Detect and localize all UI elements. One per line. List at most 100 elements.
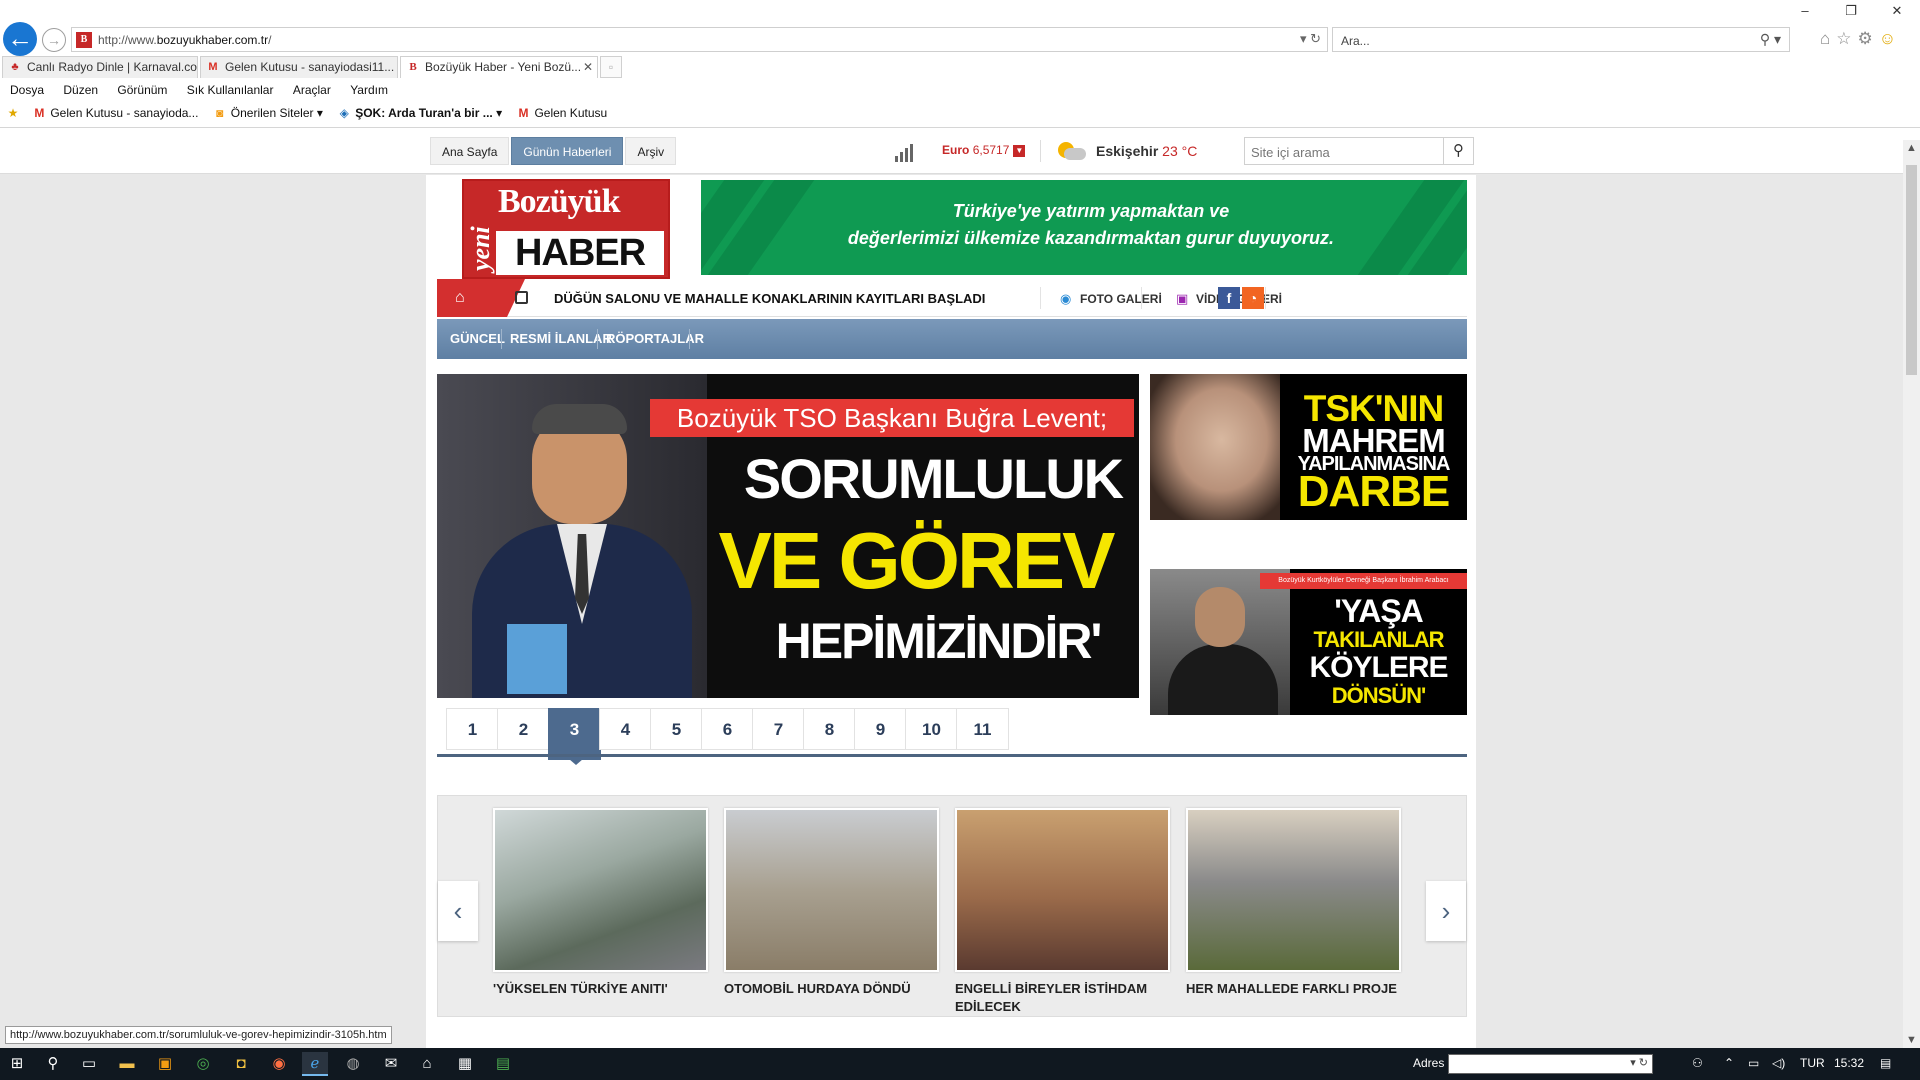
start-windows-icon[interactable]: ⊞: [4, 1052, 30, 1076]
page-5[interactable]: 5: [650, 708, 703, 750]
browser-search-input[interactable]: Ara... ⚲ ▾: [1332, 27, 1790, 52]
menu-help[interactable]: Yardım: [350, 80, 388, 100]
browser-search-placeholder: Ara...: [1341, 34, 1370, 48]
refresh-icon[interactable]: ▾ ↻: [1300, 31, 1321, 47]
side-news-1[interactable]: TSK'NIN MAHREM YAPILANMASINA DARBE: [1150, 374, 1467, 520]
tab-close-icon[interactable]: ✕: [583, 57, 593, 77]
clock[interactable]: 15:32: [1834, 1056, 1864, 1070]
close-button[interactable]: ✕: [1874, 0, 1920, 22]
home-icon[interactable]: ⌂: [437, 279, 525, 317]
facebook-icon[interactable]: f: [1218, 287, 1240, 309]
restore-button[interactable]: ❐: [1828, 0, 1874, 22]
favorites-star-add-icon[interactable]: ★: [5, 102, 24, 124]
chrome-icon[interactable]: ◎: [190, 1052, 216, 1076]
calculator-icon[interactable]: ▦: [452, 1052, 478, 1076]
carousel-caption: HER MAHALLEDE FARKLI PROJE: [1186, 981, 1397, 996]
ad-banner[interactable]: Türkiye'ye yatırım yapmaktan ve değerleri…: [701, 180, 1467, 275]
settings-gear-icon[interactable]: ⚙: [1858, 29, 1879, 48]
tab-karnaval[interactable]: ♣ Canlı Radyo Dinle | Karnaval.co: [2, 56, 198, 78]
nav-todays-news[interactable]: Günün Haberleri: [511, 137, 624, 165]
page-6[interactable]: 6: [701, 708, 754, 750]
menu-view[interactable]: Görünüm: [117, 80, 167, 100]
windows-taskbar: ⊞ ⚲ ▭ ▬ ▣ ◎ ◘ ◉ ℯ ◍ ✉ ⌂ ▦ ▤ Adres ▾ ↻ ⚇ …: [0, 1048, 1920, 1080]
page-8[interactable]: 8: [803, 708, 856, 750]
back-button[interactable]: ←: [3, 22, 37, 56]
media-player-icon[interactable]: ▣: [152, 1052, 178, 1076]
address-toolbar-input[interactable]: ▾ ↻: [1448, 1054, 1653, 1074]
page-9[interactable]: 9: [854, 708, 907, 750]
search-icon[interactable]: ⚲ ▾: [1760, 31, 1781, 48]
page-4[interactable]: 4: [599, 708, 652, 750]
scroll-down-icon[interactable]: ▼: [1903, 1034, 1920, 1046]
nav-home[interactable]: Ana Sayfa: [430, 137, 510, 165]
carousel-next-button[interactable]: ›: [1426, 881, 1466, 941]
news-ticker-text[interactable]: DÜĞÜN SALONU VE MAHALLE KONAKLARININ KAY…: [554, 291, 985, 306]
task-view-icon[interactable]: ▭: [76, 1052, 102, 1076]
people-icon[interactable]: ⚇: [1692, 1056, 1703, 1070]
site-search-button[interactable]: ⚲: [1443, 138, 1473, 164]
new-tab-button[interactable]: ▫: [600, 56, 622, 78]
menu-edit[interactable]: Düzen: [63, 80, 98, 100]
page-11[interactable]: 11: [956, 708, 1009, 750]
address-bar[interactable]: B http://www.bozuyukhaber.com.tr/ ▾ ↻: [71, 27, 1328, 52]
carousel-item[interactable]: OTOMOBİL HURDAYA DÖNDÜ: [724, 808, 939, 998]
notifications-icon[interactable]: ▤: [1880, 1056, 1891, 1070]
scrollbar-thumb[interactable]: [1906, 165, 1917, 375]
menu-tools[interactable]: Araçlar: [293, 80, 331, 100]
tab-label: Canlı Radyo Dinle | Karnaval.co: [27, 60, 197, 74]
site-logo[interactable]: yeni Bozüyük HABER: [462, 179, 670, 279]
page-7[interactable]: 7: [752, 708, 805, 750]
scroll-up-icon[interactable]: ▲: [1903, 142, 1920, 154]
network-app-icon[interactable]: ◍: [340, 1052, 366, 1076]
nav-archive[interactable]: Arşiv: [625, 137, 677, 165]
fav-sok-news[interactable]: ◈ ŞOK: Arda Turan'a bir ... ▾: [336, 102, 503, 124]
side-news-2[interactable]: Bozüyük Kurtköylüler Derneği Başkanı İbr…: [1150, 569, 1467, 715]
fav-suggested-sites[interactable]: ◙ Önerilen Siteler ▾: [212, 102, 323, 124]
network-icon[interactable]: ▭: [1748, 1056, 1759, 1070]
category-guncel[interactable]: GÜNCEL: [450, 319, 505, 359]
tab-gmail[interactable]: M Gelen Kutusu - sanayiodasi11...: [200, 56, 398, 78]
menu-file[interactable]: Dosya: [10, 80, 44, 100]
mail-icon[interactable]: ✉: [378, 1052, 404, 1076]
tray-chevron-icon[interactable]: ⌃: [1724, 1056, 1734, 1070]
forward-button[interactable]: →: [42, 28, 66, 52]
headline-slider[interactable]: Bozüyük TSO Başkanı Buğra Levent; SORUML…: [437, 374, 1139, 698]
firefox-icon[interactable]: ◉: [266, 1052, 292, 1076]
slide-headline: Bozüyük TSO Başkanı Buğra Levent;: [650, 399, 1134, 437]
menu-favorites[interactable]: Sık Kullanılanlar: [187, 80, 274, 100]
fav-gmail-inbox-2[interactable]: M Gelen Kutusu: [515, 102, 607, 124]
weather-city: Eskişehir 23 °C: [1096, 143, 1197, 159]
store-icon[interactable]: ⌂: [414, 1052, 440, 1076]
down-arrow-icon: ▼: [1013, 144, 1026, 157]
fav-gmail-inbox[interactable]: M Gelen Kutusu - sanayioda...: [31, 102, 198, 124]
home-icon[interactable]: ⌂: [1820, 29, 1836, 48]
volume-icon[interactable]: ◁): [1772, 1056, 1785, 1070]
slide-title-line2: VE GÖREV: [718, 516, 1116, 605]
page-10[interactable]: 10: [905, 708, 958, 750]
photo-gallery-link[interactable]: ◉ FOTO GALERİ: [1060, 291, 1162, 307]
internet-explorer-icon[interactable]: ℯ: [302, 1052, 328, 1076]
carousel-item[interactable]: ENGELLİ BİREYLER İSTİHDAM EDİLECEK: [955, 808, 1170, 1016]
page-scrollbar[interactable]: ▲ ▼: [1903, 140, 1920, 1048]
carousel-item[interactable]: 'YÜKSELEN TÜRKİYE ANITI': [493, 808, 708, 998]
carousel-prev-button[interactable]: ‹: [438, 881, 478, 941]
search-icon[interactable]: ⚲: [40, 1052, 66, 1076]
rss-icon[interactable]: ◔: [1242, 287, 1264, 309]
site-search-input[interactable]: Site içi arama ⚲: [1244, 137, 1474, 165]
market-chart-icon[interactable]: [893, 140, 917, 162]
minimize-button[interactable]: –: [1782, 0, 1828, 22]
feedback-smile-icon[interactable]: ☺: [1879, 29, 1902, 48]
messenger-icon[interactable]: ◘: [228, 1052, 254, 1076]
chevron-down-icon[interactable]: ▾ ↻: [1630, 1056, 1648, 1069]
page-2[interactable]: 2: [497, 708, 550, 750]
page-3[interactable]: 3: [548, 708, 601, 765]
page-icon: ◈: [339, 106, 349, 120]
site-search-placeholder: Site içi arama: [1251, 145, 1330, 160]
favorites-star-icon[interactable]: ☆: [1836, 29, 1857, 48]
carousel-item[interactable]: HER MAHALLEDE FARKLI PROJE: [1186, 808, 1401, 998]
tab-bozuyuk-haber[interactable]: B Bozüyük Haber - Yeni Bozü... ✕: [400, 56, 598, 78]
excel-icon[interactable]: ▤: [490, 1052, 516, 1076]
file-explorer-icon[interactable]: ▬: [114, 1052, 140, 1076]
language-indicator[interactable]: TUR: [1800, 1056, 1825, 1070]
page-1[interactable]: 1: [446, 708, 499, 750]
